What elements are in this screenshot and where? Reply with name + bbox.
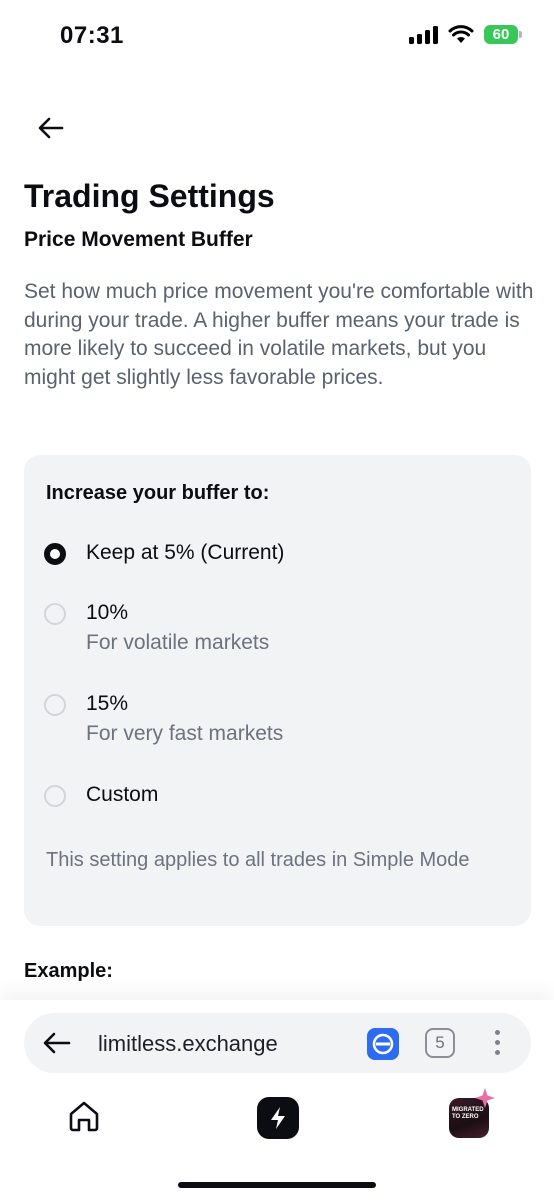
radio-icon[interactable] (44, 694, 66, 716)
option-sublabel: For very fast markets (86, 722, 284, 745)
more-vertical-icon[interactable] (493, 1030, 501, 1058)
radio-selected-icon[interactable] (44, 543, 66, 565)
page-title: Trading Settings (24, 178, 275, 214)
wifi-icon (448, 25, 474, 43)
option-label: 15% (86, 692, 129, 715)
arrow-left-icon[interactable] (42, 1029, 72, 1057)
description: Set how much price movement you're comfo… (24, 280, 534, 389)
url-text[interactable]: limitless.exchange (98, 1031, 278, 1057)
option-label: Keep at 5% (Current) (86, 541, 285, 564)
status-icons: 60 (409, 25, 522, 44)
radio-icon[interactable] (44, 785, 66, 807)
home-icon[interactable] (66, 1098, 102, 1134)
sparkle-icon (475, 1088, 495, 1108)
signal-icon (409, 25, 438, 44)
buffer-options-card: Increase your buffer to: Keep at 5% (Cur… (24, 455, 531, 926)
radio-icon[interactable] (44, 603, 66, 625)
bolt-button[interactable] (257, 1097, 299, 1139)
screen: 07:31 60 Trading Settings Price Movement… (0, 0, 554, 1200)
extension-icon[interactable] (367, 1028, 399, 1060)
status-time: 07:31 (60, 22, 124, 49)
tabs-icon[interactable]: 5 (425, 1028, 455, 1058)
battery-charging-icon: 60 (484, 25, 522, 44)
option-label: 10% (86, 601, 129, 624)
avatar-text: MIGRATED TO ZERO (452, 1107, 484, 1120)
battery-level: 60 (492, 26, 510, 43)
card-note: This setting applies to all trades in Si… (46, 849, 470, 871)
option-sublabel: For volatile markets (86, 631, 270, 654)
example-label: Example: (24, 960, 113, 982)
card-heading: Increase your buffer to: (46, 482, 270, 504)
home-indicator (178, 1182, 376, 1188)
address-bar[interactable]: limitless.exchange 5 (24, 1013, 531, 1073)
bolt-icon (271, 1107, 285, 1129)
arrow-left-icon[interactable] (36, 113, 66, 143)
extension-glyph-icon (372, 1033, 394, 1055)
section-title: Price Movement Buffer (24, 228, 253, 251)
browser-chrome: limitless.exchange 5 MIGRATED TO ZERO (0, 1000, 554, 1200)
option-label: Custom (86, 783, 159, 806)
